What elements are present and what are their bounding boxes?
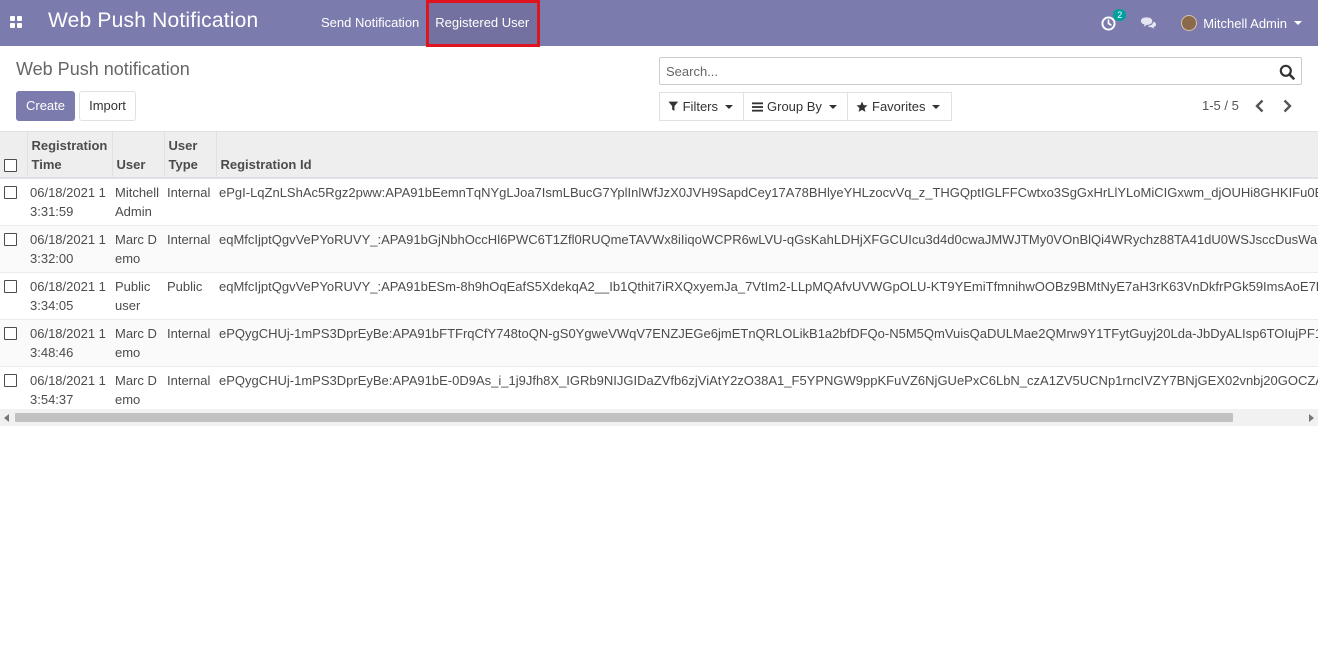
group-by-button[interactable]: Group By	[743, 92, 848, 121]
search-options: Filters Group By Favorites	[659, 92, 952, 121]
column-header-registration-id[interactable]: Registration Id	[216, 132, 1318, 179]
horizontal-scrollbar[interactable]	[0, 409, 1318, 426]
pager-value[interactable]: 1-5 / 5	[1202, 98, 1239, 113]
table-row[interactable]: 06/18/2021 13:48:46 Marc Demo Internal e…	[0, 319, 1318, 367]
top-navbar: Web Push Notification Send Notification …	[0, 0, 1318, 46]
column-header-registration-time[interactable]: Registration Time	[27, 132, 113, 179]
pager-previous-icon[interactable]	[1251, 97, 1269, 115]
menu-send-notification[interactable]: Send Notification	[313, 0, 427, 46]
cell-user-type: Internal	[164, 319, 216, 367]
search-box	[659, 57, 1302, 85]
row-checkbox[interactable]	[4, 280, 17, 293]
favorites-label: Favorites	[872, 99, 926, 114]
search-icon[interactable]	[1279, 64, 1295, 80]
cell-registration-time: 06/18/2021 13:31:59	[27, 177, 112, 226]
cell-registration-time: 06/18/2021 13:54:37	[27, 366, 112, 413]
row-select-cell	[0, 225, 27, 273]
import-button[interactable]: Import	[79, 91, 136, 121]
row-checkbox[interactable]	[4, 327, 17, 340]
messages-button[interactable]	[1130, 0, 1167, 46]
star-icon	[856, 101, 868, 112]
scroll-left-icon[interactable]	[4, 414, 9, 422]
filters-label: Filters	[682, 99, 718, 114]
favorites-button[interactable]: Favorites	[847, 92, 952, 121]
apps-menu-icon[interactable]	[10, 16, 22, 28]
cell-registration-time: 06/18/2021 13:34:05	[27, 272, 112, 320]
table-row[interactable]: 06/18/2021 13:31:59 Mitchell Admin Inter…	[0, 177, 1318, 226]
menu-registered-user[interactable]: Registered User	[427, 0, 538, 46]
filters-button[interactable]: Filters	[659, 92, 744, 121]
caret-down-icon	[828, 104, 837, 109]
column-header-user-type[interactable]: User Type	[164, 132, 217, 179]
user-name: Mitchell Admin	[1203, 15, 1287, 31]
activity-button[interactable]: 2	[1091, 0, 1127, 46]
cell-user: Marc Demo	[112, 225, 164, 273]
table-row[interactable]: 06/18/2021 13:54:37 Marc Demo Internal e…	[0, 366, 1318, 413]
app-brand-title[interactable]: Web Push Notification	[48, 9, 258, 33]
registered-users-table: Registration Time User User Type Registr…	[0, 132, 1318, 413]
cell-user-type: Internal	[164, 366, 216, 413]
cell-user-type: Internal	[164, 225, 216, 273]
filter-icon	[668, 101, 679, 111]
cell-user-type: Internal	[164, 177, 216, 226]
cell-user: Marc Demo	[112, 366, 164, 413]
caret-down-icon	[725, 104, 733, 109]
activity-badge: 2	[1113, 9, 1127, 21]
cell-user-type: Public	[164, 272, 216, 320]
group-by-label: Group By	[767, 99, 822, 114]
create-button[interactable]: Create	[16, 91, 75, 121]
cell-registration-id: eqMfcIjptQgvVePYoRUVY_:APA91bGjNbhOccHl6…	[216, 225, 1318, 273]
row-checkbox[interactable]	[4, 233, 17, 246]
row-checkbox[interactable]	[4, 374, 17, 387]
search-input[interactable]	[660, 58, 1260, 84]
avatar	[1181, 15, 1198, 31]
table-row[interactable]: 06/18/2021 13:32:00 Marc Demo Internal e…	[0, 225, 1318, 273]
scroll-right-icon[interactable]	[1309, 414, 1314, 422]
cell-user: Mitchell Admin	[112, 177, 164, 226]
cell-registration-time: 06/18/2021 13:48:46	[27, 319, 112, 367]
cell-registration-id: eqMfcIjptQgvVePYoRUVY_:APA91bESm-8h9hOqE…	[216, 272, 1318, 320]
page-title: Web Push notification	[16, 59, 190, 79]
table-header-row: Registration Time User User Type Registr…	[0, 132, 1318, 179]
cell-user: Marc Demo	[112, 319, 164, 367]
cell-registration-id: ePQygCHUj-1mPS3DprEyBe:APA91bFTFrqCfY748…	[216, 319, 1318, 367]
cell-registration-time: 06/18/2021 13:32:00	[27, 225, 112, 273]
select-all-cell	[0, 132, 28, 179]
column-header-user[interactable]: User	[112, 132, 165, 179]
row-select-cell	[0, 177, 27, 226]
row-select-cell	[0, 319, 27, 367]
caret-down-icon	[932, 104, 941, 109]
list-view: Registration Time User User Type Registr…	[0, 132, 1318, 413]
row-checkbox[interactable]	[4, 186, 17, 199]
cell-registration-id: ePgI-LqZnLShAc5Rgz2pww:APA91bEemnTqNYgLJ…	[216, 177, 1318, 226]
table-row[interactable]: 06/18/2021 13:34:05 Public user Public e…	[0, 272, 1318, 320]
row-select-cell	[0, 366, 27, 413]
systray: 2 Mitchell Admin	[1091, 0, 1318, 46]
pager-next-icon[interactable]	[1278, 97, 1296, 115]
chevron-down-icon	[1294, 21, 1302, 25]
select-all-checkbox[interactable]	[4, 159, 17, 172]
chat-bubbles-icon	[1141, 17, 1157, 29]
scrollbar-thumb[interactable]	[15, 413, 1233, 422]
cell-user: Public user	[112, 272, 164, 320]
cell-registration-id: ePQygCHUj-1mPS3DprEyBe:APA91bE-0D9As_i_1…	[216, 366, 1318, 413]
list-icon	[752, 101, 763, 112]
user-menu[interactable]: Mitchell Admin	[1171, 0, 1318, 46]
row-select-cell	[0, 272, 27, 320]
main-menu: Send Notification Registered User	[313, 0, 538, 46]
